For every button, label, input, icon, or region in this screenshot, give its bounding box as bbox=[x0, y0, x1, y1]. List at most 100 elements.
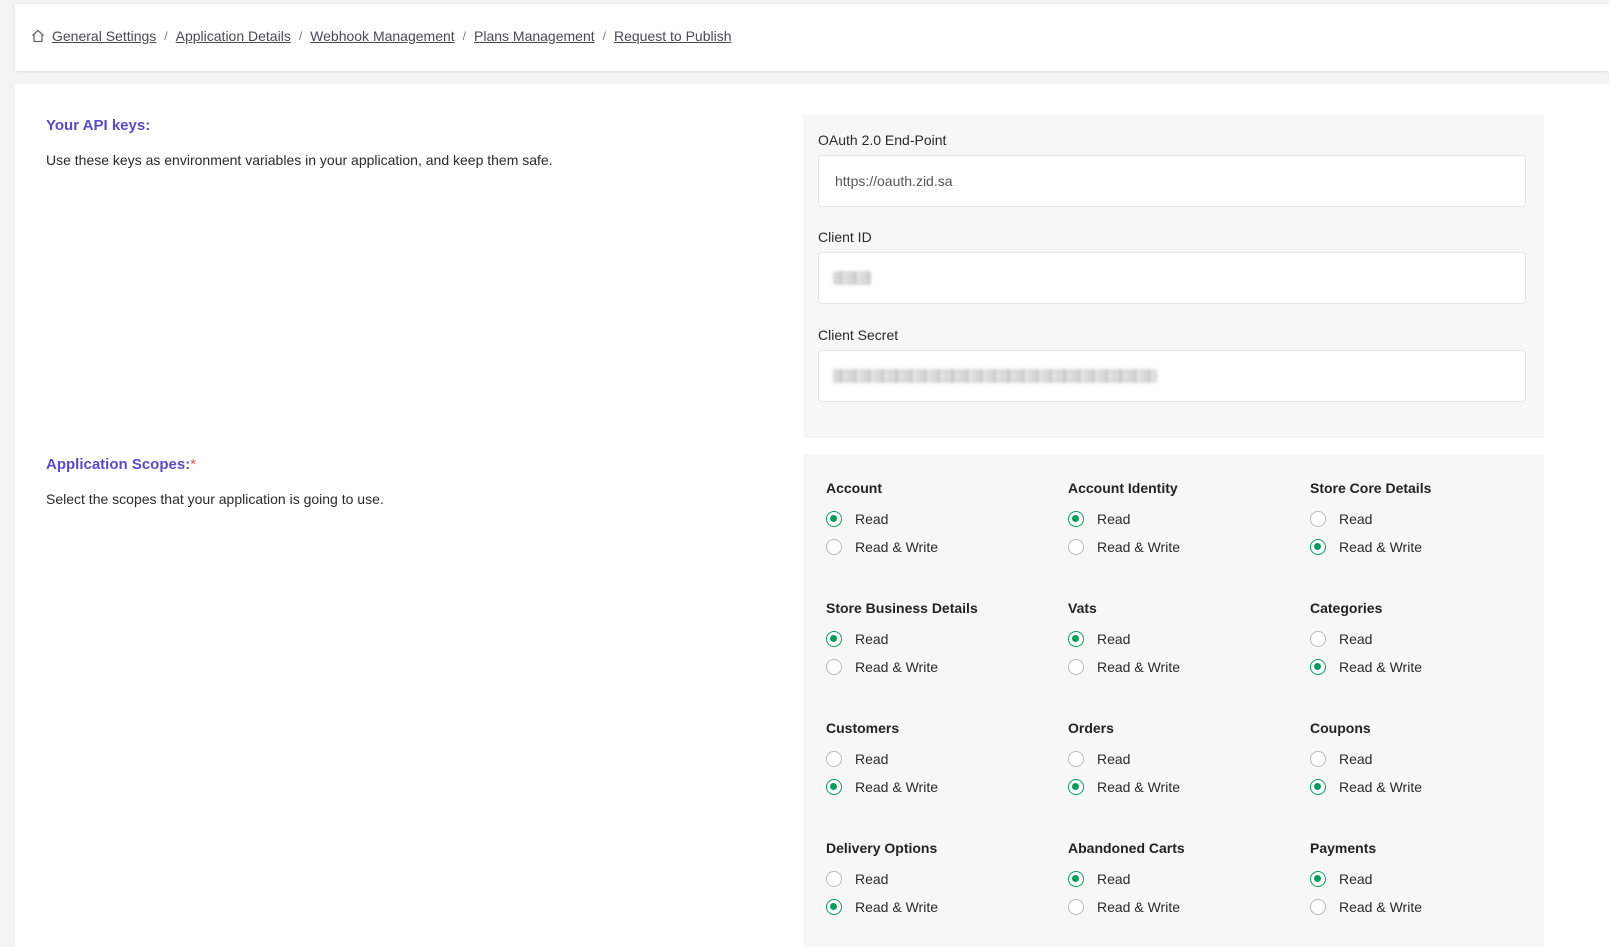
radio-button[interactable] bbox=[826, 659, 842, 675]
scopes-panel: Account Read Read & Write Account Identity R… bbox=[803, 454, 1544, 947]
radio-label: Read & Write bbox=[1339, 779, 1422, 795]
api-keys-panel: OAuth 2.0 End-Point Client ID Client Sec… bbox=[803, 115, 1544, 438]
scope-categories-read-write-option[interactable]: Read & Write bbox=[1310, 658, 1530, 676]
radio-button[interactable] bbox=[1310, 659, 1326, 675]
radio-label: Read & Write bbox=[1339, 899, 1422, 915]
radio-button[interactable] bbox=[1068, 631, 1084, 647]
api-keys-title: Your API keys: bbox=[46, 117, 151, 134]
radio-label: Read & Write bbox=[855, 899, 938, 915]
scope-title: Coupons bbox=[1310, 720, 1371, 736]
scope-payments-read-write-option[interactable]: Read & Write bbox=[1310, 898, 1530, 916]
scope-customers-read-option[interactable]: Read bbox=[826, 750, 1046, 768]
radio-button[interactable] bbox=[1068, 751, 1084, 767]
radio-button[interactable] bbox=[1310, 631, 1326, 647]
scope-store-business-details-read-option[interactable]: Read bbox=[826, 630, 1046, 648]
radio-label: Read bbox=[1097, 631, 1131, 647]
scope-categories-read-option[interactable]: Read bbox=[1310, 630, 1530, 648]
radio-button[interactable] bbox=[826, 511, 842, 527]
main-content: Your API keys: Use these keys as environ… bbox=[15, 84, 1609, 947]
client-secret-label: Client Secret bbox=[818, 327, 899, 343]
client-secret-field[interactable] bbox=[818, 350, 1526, 402]
radio-label: Read & Write bbox=[855, 659, 938, 675]
client-id-field[interactable] bbox=[818, 252, 1526, 304]
breadcrumb-application-details[interactable]: Application Details bbox=[176, 28, 291, 44]
scope-orders-read-write-option[interactable]: Read & Write bbox=[1068, 778, 1288, 796]
breadcrumb-separator: / bbox=[602, 29, 606, 43]
radio-button[interactable] bbox=[1310, 779, 1326, 795]
radio-label: Read & Write bbox=[1097, 779, 1180, 795]
radio-label: Read bbox=[855, 871, 889, 887]
radio-button[interactable] bbox=[826, 539, 842, 555]
radio-button[interactable] bbox=[826, 751, 842, 767]
scope-coupons-read-option[interactable]: Read bbox=[1310, 750, 1530, 768]
scope-abandoned-carts: Abandoned Carts Read Read & Write bbox=[1068, 839, 1288, 916]
scope-account-read-write-option[interactable]: Read & Write bbox=[826, 538, 1046, 556]
radio-label: Read bbox=[1097, 871, 1131, 887]
scope-account: Account Read Read & Write bbox=[826, 479, 1046, 556]
scope-delivery-options-read-option[interactable]: Read bbox=[826, 870, 1046, 888]
oauth-endpoint-input[interactable] bbox=[819, 156, 1525, 206]
application-scopes-title: Application Scopes:* bbox=[46, 456, 196, 473]
scope-title: Orders bbox=[1068, 720, 1114, 736]
scope-customers-read-write-option[interactable]: Read & Write bbox=[826, 778, 1046, 796]
home-icon[interactable] bbox=[30, 28, 46, 44]
scope-orders: Orders Read Read & Write bbox=[1068, 719, 1288, 796]
scope-title: Account Identity bbox=[1068, 480, 1178, 496]
radio-label: Read bbox=[1339, 751, 1373, 767]
scope-abandoned-carts-read-write-option[interactable]: Read & Write bbox=[1068, 898, 1288, 916]
radio-button[interactable] bbox=[1068, 871, 1084, 887]
breadcrumb-request-to-publish[interactable]: Request to Publish bbox=[614, 28, 732, 44]
radio-button[interactable] bbox=[1310, 899, 1326, 915]
scope-account-identity-read-option[interactable]: Read bbox=[1068, 510, 1288, 528]
scope-store-core-details: Store Core Details Read Read & Write bbox=[1310, 479, 1530, 556]
radio-label: Read & Write bbox=[1097, 659, 1180, 675]
client-id-label: Client ID bbox=[818, 229, 872, 245]
scope-coupons-read-write-option[interactable]: Read & Write bbox=[1310, 778, 1530, 796]
scope-account-read-option[interactable]: Read bbox=[826, 510, 1046, 528]
scope-account-identity-read-write-option[interactable]: Read & Write bbox=[1068, 538, 1288, 556]
scope-store-core-details-read-write-option[interactable]: Read & Write bbox=[1310, 538, 1530, 556]
scope-delivery-options: Delivery Options Read Read & Write bbox=[826, 839, 1046, 916]
radio-button[interactable] bbox=[826, 871, 842, 887]
scope-delivery-options-read-write-option[interactable]: Read & Write bbox=[826, 898, 1046, 916]
application-scopes-description: Select the scopes that your application … bbox=[46, 491, 384, 507]
radio-label: Read & Write bbox=[1339, 539, 1422, 555]
top-bar: General Settings / Application Details /… bbox=[15, 4, 1609, 71]
radio-button[interactable] bbox=[826, 779, 842, 795]
radio-label: Read & Write bbox=[855, 539, 938, 555]
scope-store-core-details-read-option[interactable]: Read bbox=[1310, 510, 1530, 528]
scope-title: Categories bbox=[1310, 600, 1383, 616]
radio-button[interactable] bbox=[1068, 511, 1084, 527]
scope-title: Customers bbox=[826, 720, 900, 736]
radio-button[interactable] bbox=[1068, 659, 1084, 675]
scope-vats: Vats Read Read & Write bbox=[1068, 599, 1288, 676]
scope-vats-read-write-option[interactable]: Read & Write bbox=[1068, 658, 1288, 676]
radio-button[interactable] bbox=[1068, 779, 1084, 795]
scope-abandoned-carts-read-option[interactable]: Read bbox=[1068, 870, 1288, 888]
radio-button[interactable] bbox=[1068, 899, 1084, 915]
breadcrumb-general-settings[interactable]: General Settings bbox=[52, 28, 156, 44]
radio-label: Read bbox=[1339, 631, 1373, 647]
scope-title: Vats bbox=[1068, 600, 1097, 616]
scope-title: Store Core Details bbox=[1310, 480, 1432, 496]
radio-button[interactable] bbox=[1068, 539, 1084, 555]
breadcrumb-separator: / bbox=[462, 29, 466, 43]
breadcrumb-webhook-management[interactable]: Webhook Management bbox=[310, 28, 455, 44]
scope-store-business-details-read-write-option[interactable]: Read & Write bbox=[826, 658, 1046, 676]
radio-button[interactable] bbox=[826, 899, 842, 915]
scope-vats-read-option[interactable]: Read bbox=[1068, 630, 1288, 648]
scope-categories: Categories Read Read & Write bbox=[1310, 599, 1530, 676]
scope-orders-read-option[interactable]: Read bbox=[1068, 750, 1288, 768]
radio-label: Read bbox=[1097, 511, 1131, 527]
radio-button[interactable] bbox=[1310, 871, 1326, 887]
scope-store-business-details: Store Business Details Read Read & Write bbox=[826, 599, 1046, 676]
client-secret-redacted bbox=[833, 369, 1157, 383]
radio-button[interactable] bbox=[1310, 511, 1326, 527]
radio-button[interactable] bbox=[826, 631, 842, 647]
application-scopes-title-text: Application Scopes: bbox=[46, 456, 191, 473]
radio-button[interactable] bbox=[1310, 751, 1326, 767]
oauth-endpoint-field[interactable] bbox=[818, 155, 1526, 207]
radio-button[interactable] bbox=[1310, 539, 1326, 555]
breadcrumb-plans-management[interactable]: Plans Management bbox=[474, 28, 595, 44]
scope-payments-read-option[interactable]: Read bbox=[1310, 870, 1530, 888]
